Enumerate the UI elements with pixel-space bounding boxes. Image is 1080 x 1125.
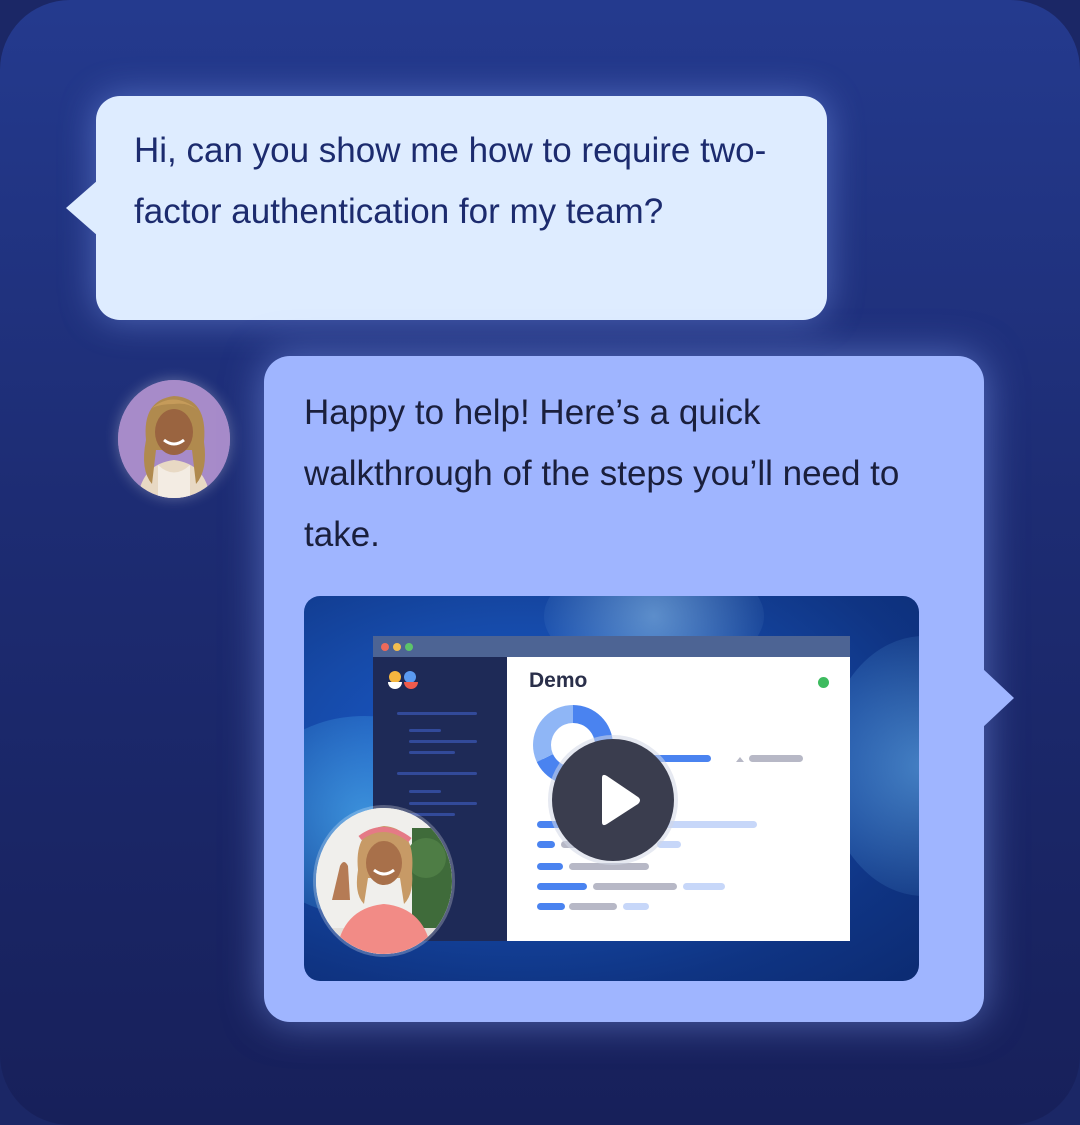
sidebar-line — [409, 751, 455, 754]
presenter-image — [316, 808, 452, 954]
sidebar-line — [409, 802, 477, 805]
placeholder-bar — [537, 883, 587, 890]
presenter-video-bubble — [316, 808, 452, 954]
agent-portrait-image — [118, 380, 230, 498]
play-icon — [602, 774, 640, 826]
sidebar-line — [409, 729, 441, 732]
maximize-dot — [405, 643, 413, 651]
up-arrow-icon — [736, 757, 744, 762]
user-message-text: Hi, can you show me how to require two-f… — [134, 131, 767, 231]
placeholder-bar — [537, 903, 565, 910]
agent-message-bubble: Happy to help! Here’s a quick walkthroug… — [264, 356, 1014, 1022]
placeholder-bar — [593, 883, 677, 890]
status-dot — [818, 677, 829, 688]
sidebar-line — [409, 740, 477, 743]
placeholder-bar — [569, 863, 649, 870]
sidebar-line — [397, 772, 477, 775]
placeholder-bar — [537, 863, 563, 870]
bubble-tail — [66, 180, 98, 236]
sidebar-line — [409, 790, 441, 793]
agent-message-text: Happy to help! Here’s a quick walkthroug… — [304, 393, 900, 554]
placeholder-bar — [569, 903, 617, 910]
user-message-bubble: Hi, can you show me how to require two-f… — [66, 96, 827, 320]
placeholder-bar — [683, 883, 725, 890]
bubble-tail — [982, 668, 1014, 728]
video-thumbnail[interactable]: Demo — [304, 596, 919, 981]
sidebar-line — [397, 712, 477, 715]
placeholder-bar — [623, 903, 649, 910]
close-dot — [381, 643, 389, 651]
minimize-dot — [393, 643, 401, 651]
chat-panel: Hi, can you show me how to require two-f… — [0, 0, 1080, 1125]
agent-avatar — [118, 380, 230, 498]
window-titlebar — [373, 636, 850, 657]
play-button[interactable] — [552, 739, 674, 861]
placeholder-bar — [749, 755, 803, 762]
app-title: Demo — [529, 669, 588, 692]
